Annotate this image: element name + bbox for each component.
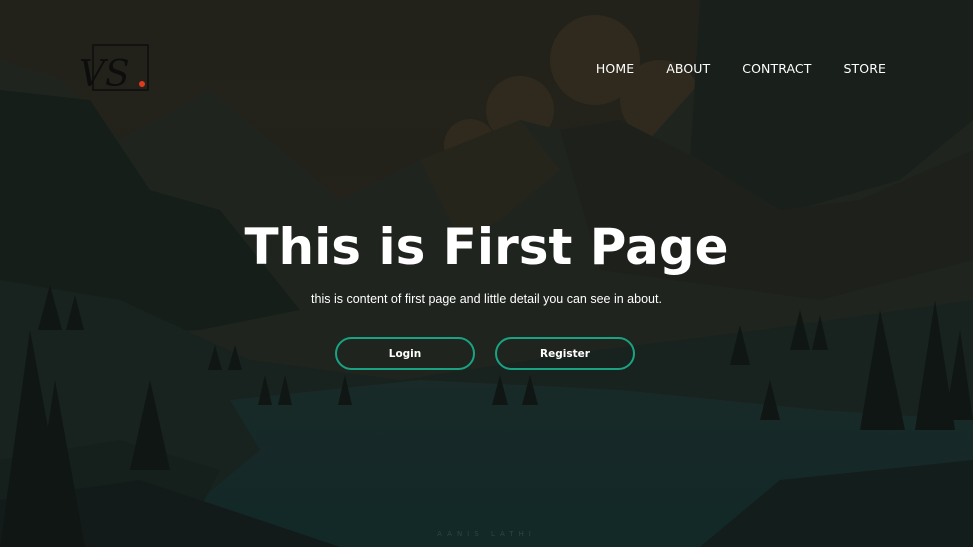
brand-logo[interactable]: VS (79, 44, 149, 95)
top-navigation: HOME ABOUT CONTRACT STORE (564, 61, 886, 76)
register-button[interactable]: Register (495, 337, 635, 370)
login-button[interactable]: Login (335, 337, 475, 370)
watermark: AANIS LATHI (437, 530, 536, 538)
hero-section: VS HOME ABOUT CONTRACT STORE This is Fir… (0, 0, 973, 547)
nav-item-home[interactable]: HOME (596, 61, 634, 76)
vs-logo-icon: VS (79, 44, 149, 95)
nav-item-contract[interactable]: CONTRACT (742, 61, 811, 76)
page-subtitle: this is content of first page and little… (311, 292, 662, 306)
nav-item-about[interactable]: ABOUT (666, 61, 710, 76)
svg-text:VS: VS (79, 54, 130, 91)
nav-item-store[interactable]: STORE (844, 61, 887, 76)
page-title: This is First Page (244, 218, 729, 276)
